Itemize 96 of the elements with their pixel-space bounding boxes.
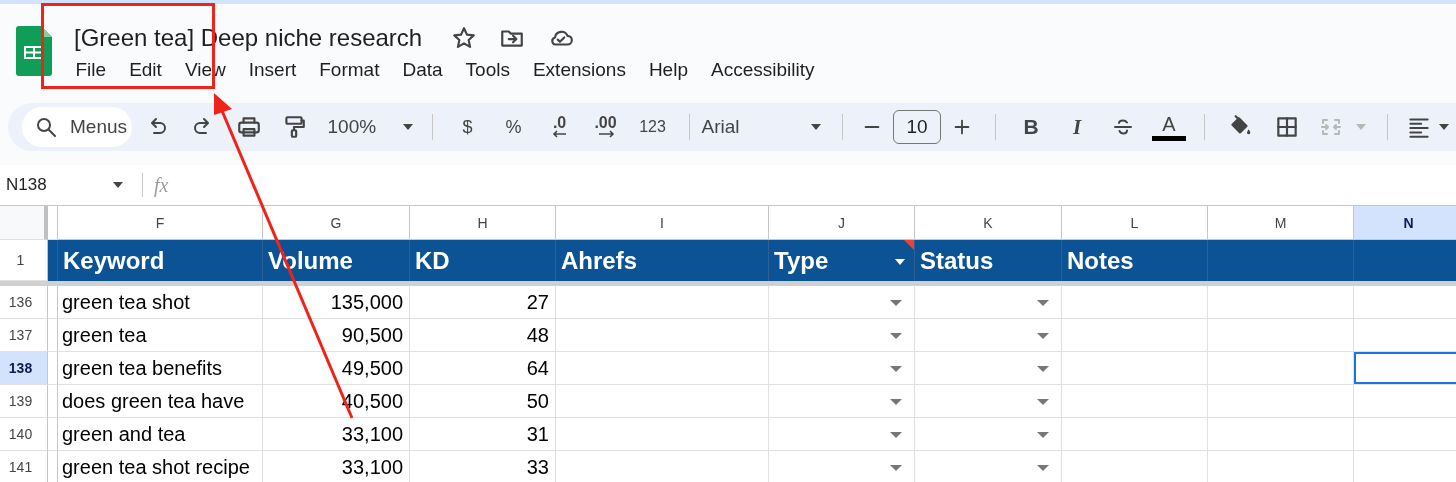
menu-item[interactable]: Help [637,57,700,83]
column-header[interactable]: L [1062,205,1208,240]
caret-icon[interactable] [809,123,822,131]
formula-label: fx [154,173,169,197]
zoom-dropdown[interactable]: 100% [315,109,420,145]
table-cell: 90,500 [263,319,410,352]
table-cell [48,385,58,418]
caret-icon[interactable] [401,123,414,131]
row-header[interactable]: 139 [0,385,48,418]
table-cell [48,418,58,451]
table-cell: 33 [410,451,556,482]
menu-item[interactable]: Accessibility [699,57,826,83]
dropdown-cell[interactable] [915,385,1062,418]
caret-icon[interactable] [1438,123,1450,131]
dropdown-caret-icon[interactable] [889,464,903,472]
table-cell: 135,000 [263,286,410,319]
column-header[interactable]: M [1208,205,1354,240]
dropdown-caret-icon[interactable] [1036,332,1050,340]
menu-item[interactable]: Insert [237,57,308,83]
dropdown-caret-icon[interactable] [1036,398,1050,406]
font-size-field[interactable]: 10 [893,110,941,144]
increase-decimal-button[interactable]: .00 [582,109,629,145]
column-header[interactable]: F [58,205,263,240]
selected-cell[interactable] [1354,352,1456,385]
table-cell: 33,100 [263,418,410,451]
row-header[interactable]: 141 [0,451,48,482]
star-icon[interactable] [451,25,478,51]
row-header[interactable]: 138 [0,352,48,385]
row-header[interactable]: 136 [0,286,48,319]
menu-item[interactable]: Tools [454,57,522,83]
number-format-button[interactable]: 123 [628,109,677,145]
italic-button[interactable]: I [1054,109,1100,145]
dropdown-cell[interactable] [915,352,1062,385]
header-label: Type [774,246,829,275]
table-cell [48,319,58,352]
table-cell: 49,500 [263,352,410,385]
print-icon[interactable] [235,114,262,140]
table-cell: does green tea have [58,385,263,418]
menu-item[interactable]: Format [307,57,391,83]
header-label: Notes [1067,246,1134,275]
menu-item[interactable]: Data [390,57,455,83]
header-label: Status [920,246,994,275]
dropdown-cell[interactable] [769,352,915,385]
borders-icon[interactable] [1274,114,1300,140]
table-cell: 64 [410,352,556,385]
dropdown-cell[interactable] [915,286,1062,319]
currency-format-button[interactable]: $ [444,109,491,145]
header-label: Ahrefs [561,246,638,275]
column-header[interactable]: N [1354,205,1456,240]
filter-caret-icon[interactable] [894,258,906,266]
table-cell [48,352,58,385]
table-cell: green tea shot [58,286,263,319]
dropdown-cell[interactable] [915,418,1062,451]
percent-format-button[interactable]: % [490,109,537,145]
dropdown-caret-icon[interactable] [889,398,903,406]
dropdown-caret-icon[interactable] [1036,464,1050,472]
bold-button[interactable]: B [1008,109,1054,145]
menu-item[interactable]: File [64,57,118,83]
column-header[interactable]: K [915,205,1062,240]
spreadsheet-logo[interactable] [16,26,52,76]
dropdown-cell[interactable] [769,385,915,418]
menu-item[interactable]: Edit [117,57,174,83]
menu-search-field[interactable]: Menus [22,107,133,147]
dropdown-caret-icon[interactable] [889,365,903,373]
table-cell: green and tea [58,418,263,451]
dropdown-caret-icon[interactable] [1036,365,1050,373]
table-cell: 33,100 [263,451,410,482]
dropdown-caret-icon[interactable] [889,332,903,340]
dropdown-caret-icon[interactable] [889,299,903,307]
dropdown-cell[interactable] [769,286,915,319]
table-cell: green tea benefits [58,352,263,385]
header-label: KD [415,246,450,275]
table-cell: 31 [410,418,556,451]
dropdown-cell[interactable] [915,319,1062,352]
dropdown-cell[interactable] [769,418,915,451]
column-header[interactable]: J [769,205,915,240]
table-cell: green tea shot recipe [58,451,263,482]
dropdown-caret-icon[interactable] [889,431,903,439]
column-header[interactable]: I [556,205,769,240]
table-cell: 27 [410,286,556,319]
header-label: Keyword [63,246,165,275]
row-header[interactable]: 140 [0,418,48,451]
table-cell: green tea [58,319,263,352]
table-cell: 50 [410,385,556,418]
font-dropdown[interactable]: Arial [701,109,830,145]
name-box[interactable]: N138 [0,169,124,201]
column-header[interactable]: H [410,205,556,240]
decrease-decimal-button[interactable]: .0 [536,109,583,145]
dropdown-caret-icon[interactable] [1036,299,1050,307]
menu-item[interactable]: Extensions [521,57,638,83]
table-cell: 48 [410,319,556,352]
dropdown-cell[interactable] [769,319,915,352]
dropdown-caret-icon[interactable] [1036,431,1050,439]
text-color-button[interactable]: A [1146,109,1192,145]
search-icon [34,115,58,139]
arrow-left-icon [551,130,568,138]
